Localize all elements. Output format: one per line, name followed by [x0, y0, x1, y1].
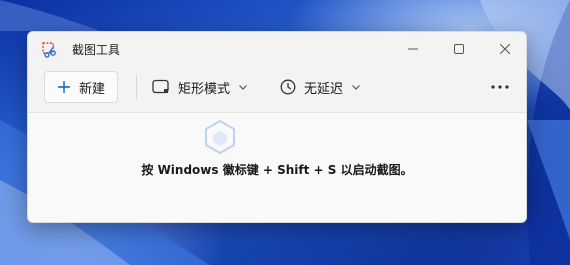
shortcut-hint-text: 按 Windows 徽标键 + Shift + S 以启动截图。 — [141, 163, 413, 177]
plus-icon — [57, 81, 70, 93]
minimize-icon — [408, 48, 418, 50]
snipping-tool-window: 截图工具 新建 矩形模式 无延迟 按 Windows 徽标键 + Shift +… — [27, 31, 527, 223]
snip-content-area: 按 Windows 徽标键 + Shift + S 以启动截图。 — [28, 113, 526, 222]
more-options-button[interactable] — [484, 71, 516, 103]
title-bar[interactable]: 截图工具 — [28, 32, 526, 66]
toolbar-divider — [136, 75, 137, 99]
new-snip-button[interactable]: 新建 — [44, 71, 118, 103]
minimize-button[interactable] — [390, 32, 436, 66]
toolbar: 新建 矩形模式 无延迟 — [28, 66, 526, 113]
maximize-button[interactable] — [436, 32, 482, 66]
rectangle-snip-icon — [152, 79, 169, 94]
delay-dropdown[interactable]: 无延迟 — [276, 71, 365, 103]
snip-mode-dropdown[interactable]: 矩形模式 — [148, 71, 252, 103]
maximize-icon — [454, 44, 464, 54]
chevron-down-icon — [239, 85, 247, 90]
close-icon — [500, 44, 510, 54]
delay-label: 无延迟 — [304, 81, 344, 97]
close-button[interactable] — [482, 32, 526, 66]
clock-icon — [280, 79, 296, 95]
chevron-down-icon — [352, 85, 360, 90]
snip-mode-label: 矩形模式 — [178, 81, 231, 97]
new-snip-label: 新建 — [78, 81, 105, 97]
app-title: 截图工具 — [72, 43, 121, 57]
more-dots-icon — [491, 85, 509, 89]
watermark-logo — [205, 119, 235, 155]
snipping-tool-icon — [42, 42, 56, 58]
